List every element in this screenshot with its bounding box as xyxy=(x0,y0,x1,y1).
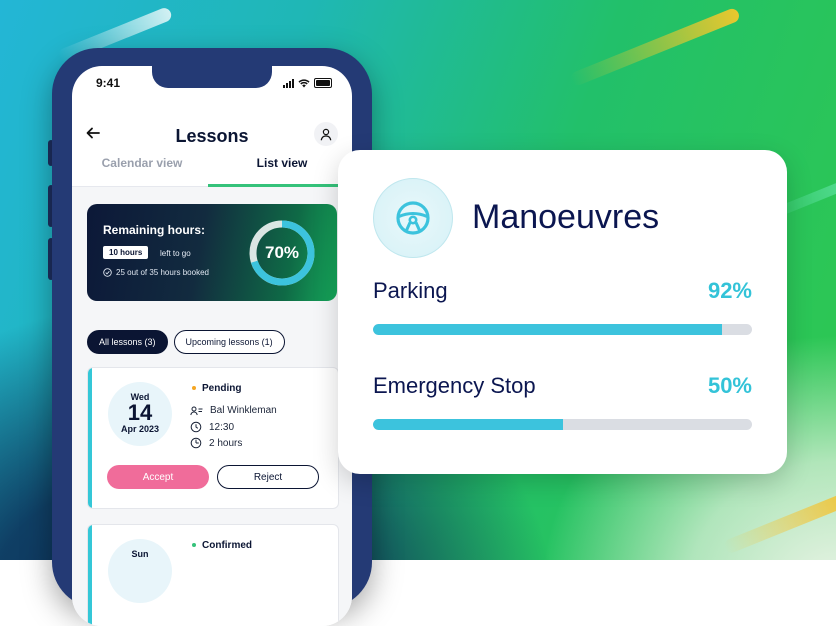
hours-booked-text: 25 out of 35 hours booked xyxy=(116,268,209,277)
lessons-content: Remaining hours: 10 hours left to go 25 … xyxy=(72,187,352,626)
lesson-instructor-row: Bal Winkleman xyxy=(190,405,277,416)
app-header: Lessons xyxy=(72,118,352,154)
lesson-duration-row: 2 hours xyxy=(190,437,242,449)
lesson-status-text: Confirmed xyxy=(202,540,252,551)
lesson-card[interactable]: Wed 14 Apr 2023 Pending Bal Winkleman 12… xyxy=(87,367,339,509)
lesson-date: Sun xyxy=(108,539,172,603)
clock-icon xyxy=(190,421,202,433)
remaining-hours-title: Remaining hours: xyxy=(103,223,206,237)
battery-icon xyxy=(314,78,332,88)
tab-list-view[interactable]: List view xyxy=(212,156,352,170)
status-dot xyxy=(192,543,196,548)
decorative-streak xyxy=(568,6,742,88)
accept-button[interactable]: Accept xyxy=(107,465,209,489)
duration-icon xyxy=(190,437,202,449)
manoeuvres-title: Manoeuvres xyxy=(472,198,660,236)
tab-calendar-view[interactable]: Calendar view xyxy=(72,156,212,170)
hours-left-badge: 10 hours xyxy=(103,246,149,259)
reject-button[interactable]: Reject xyxy=(217,465,319,489)
lesson-filters: All lessons (3) Upcoming lessons (1) xyxy=(87,330,285,354)
phone-screen: 9:41 Lessons Calendar view List view Rem xyxy=(72,66,352,626)
phone-frame: 9:41 Lessons Calendar view List view Rem xyxy=(52,48,372,626)
lesson-day: 14 xyxy=(127,400,153,425)
lesson-status: Pending xyxy=(192,383,241,394)
status-dot xyxy=(192,386,196,391)
lesson-status-text: Pending xyxy=(202,383,242,394)
check-circle-icon xyxy=(103,268,112,277)
lesson-duration: 2 hours xyxy=(209,437,243,449)
page-title: Lessons xyxy=(175,126,249,146)
skill-progress-fill xyxy=(373,324,722,335)
remaining-hours-card: Remaining hours: 10 hours left to go 25 … xyxy=(87,204,337,301)
steering-wheel-icon xyxy=(373,178,453,258)
card-accent-edge xyxy=(88,525,92,626)
lesson-card[interactable]: Sun Confirmed xyxy=(87,524,339,626)
signal-icon xyxy=(283,79,294,88)
lesson-weekday: Sun xyxy=(131,549,149,559)
hours-left-text: left to go xyxy=(160,249,191,258)
lesson-date: Wed 14 Apr 2023 xyxy=(108,382,172,446)
card-accent-edge xyxy=(88,368,92,508)
skill-percent: 50% xyxy=(707,373,752,398)
manoeuvres-card: Manoeuvres Parking 92% Emergency Stop 50… xyxy=(338,150,787,474)
filter-all-lessons[interactable]: All lessons (3) xyxy=(87,330,168,354)
status-icons xyxy=(283,78,332,88)
skill-progress-fill xyxy=(373,419,563,430)
skill-label: Parking xyxy=(373,278,448,303)
skill-percent: 92% xyxy=(707,278,752,303)
lesson-time-row: 12:30 xyxy=(190,421,234,433)
status-bar: 9:41 xyxy=(96,76,332,92)
user-icon[interactable] xyxy=(314,122,338,146)
filter-upcoming-lessons[interactable]: Upcoming lessons (1) xyxy=(173,330,285,354)
status-time: 9:41 xyxy=(96,76,121,90)
skill-progress-bar xyxy=(373,419,752,430)
lesson-instructor: Bal Winkleman xyxy=(210,405,277,416)
view-tabs: Calendar view List view xyxy=(72,154,352,187)
lesson-status: Confirmed xyxy=(192,540,252,551)
lesson-time: 12:30 xyxy=(209,421,235,433)
hours-progress-label: 70% xyxy=(264,243,300,262)
wifi-icon xyxy=(298,79,310,88)
decorative-streak xyxy=(722,489,836,555)
hours-booked-row: 25 out of 35 hours booked xyxy=(103,268,209,277)
skill-label: Emergency Stop xyxy=(373,373,536,398)
lesson-month: Apr 2023 xyxy=(120,424,160,434)
skill-progress-bar xyxy=(373,324,752,335)
instructor-icon xyxy=(190,406,203,415)
